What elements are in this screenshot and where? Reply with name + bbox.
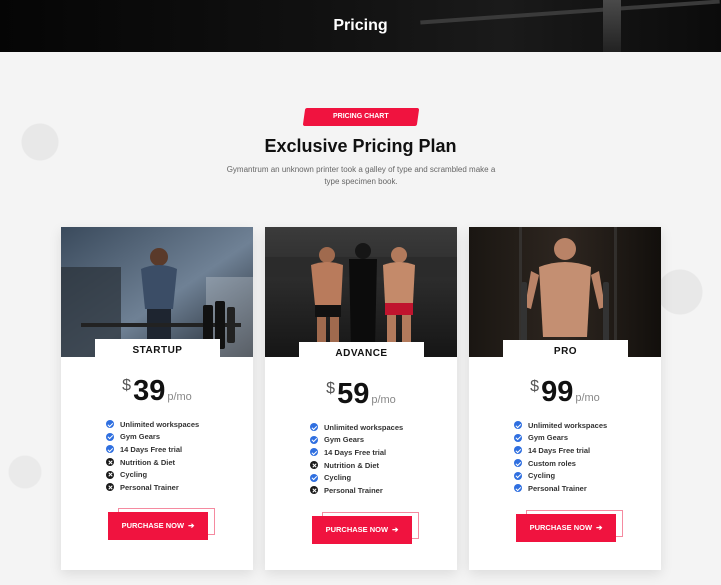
feature-item: Gym Gears bbox=[310, 434, 403, 447]
currency-symbol: $ bbox=[122, 377, 132, 394]
purchase-button-wrap: PURCHASE NOW ➔ bbox=[108, 508, 218, 544]
currency-symbol: $ bbox=[326, 380, 336, 397]
feature-item: Nutrition & Diet bbox=[106, 456, 199, 469]
feature-list: Unlimited workspaces Gym Gears 14 Days F… bbox=[106, 418, 199, 494]
pricing-card-pro: PRO $99 p/mo Unlimited workspaces Gym Gea… bbox=[469, 227, 661, 570]
pricing-card-startup: STARTUP $39 p/mo Unlimited workspaces Gym… bbox=[61, 227, 253, 570]
plan-name: ADVANCE bbox=[299, 342, 424, 366]
feature-list: Unlimited workspaces Gym Gears 14 Days F… bbox=[310, 421, 403, 497]
feature-item: Unlimited workspaces bbox=[310, 421, 403, 434]
feature-item: Cycling bbox=[106, 468, 199, 481]
pricing-card-advance: ADVANCE $59 p/mo Unlimited workspaces Gym… bbox=[265, 227, 457, 570]
x-circle-icon bbox=[106, 483, 114, 492]
purchase-now-button[interactable]: PURCHASE NOW ➔ bbox=[516, 514, 616, 542]
feature-item: Personal Trainer bbox=[106, 481, 199, 494]
arrow-right-icon: ➔ bbox=[188, 521, 195, 530]
check-circle-icon bbox=[310, 448, 318, 457]
feature-item: Cycling bbox=[514, 469, 607, 482]
plan-image bbox=[61, 227, 253, 357]
purchase-button-wrap: PURCHASE NOW ➔ bbox=[312, 512, 422, 548]
arrow-right-icon: ➔ bbox=[392, 525, 399, 534]
feature-item: Custom roles bbox=[514, 457, 607, 470]
feature-item: Gym Gears bbox=[106, 431, 199, 444]
check-circle-icon bbox=[514, 433, 522, 442]
check-circle-icon bbox=[514, 446, 522, 455]
purchase-now-button[interactable]: PURCHASE NOW ➔ bbox=[312, 516, 412, 544]
feature-item: Cycling bbox=[310, 471, 403, 484]
x-circle-icon bbox=[106, 470, 114, 479]
price-amount: 39 bbox=[133, 375, 166, 407]
check-circle-icon bbox=[514, 421, 522, 430]
feature-item: 14 Days Free trial bbox=[310, 446, 403, 459]
feature-item: Unlimited workspaces bbox=[514, 419, 607, 432]
feature-list: Unlimited workspaces Gym Gears 14 Days F… bbox=[514, 419, 607, 495]
price-period: p/mo bbox=[167, 391, 192, 403]
price-period: p/mo bbox=[371, 394, 396, 406]
feature-item: Personal Trainer bbox=[310, 484, 403, 497]
price-amount: 99 bbox=[541, 376, 574, 408]
feature-item: Unlimited workspaces bbox=[106, 418, 199, 431]
check-circle-icon bbox=[514, 471, 522, 480]
check-circle-icon bbox=[310, 423, 318, 432]
purchase-now-button[interactable]: PURCHASE NOW ➔ bbox=[108, 512, 208, 540]
check-circle-icon bbox=[310, 473, 318, 482]
plan-name: STARTUP bbox=[95, 339, 220, 363]
plan-price: $99 p/mo bbox=[469, 376, 661, 409]
feature-item: 14 Days Free trial bbox=[514, 444, 607, 457]
x-circle-icon bbox=[310, 461, 318, 470]
section-subtitle: Gymantrum an unknown printer took a gall… bbox=[226, 165, 496, 186]
plan-name: PRO bbox=[503, 340, 628, 364]
arrow-right-icon: ➔ bbox=[596, 523, 603, 532]
section-title: Exclusive Pricing Plan bbox=[264, 136, 457, 156]
page-title: Pricing bbox=[333, 17, 388, 34]
check-circle-icon bbox=[514, 484, 522, 493]
page-header-banner: Pricing bbox=[0, 0, 721, 52]
check-circle-icon bbox=[514, 459, 522, 468]
plan-image bbox=[469, 227, 661, 357]
plan-price: $59 p/mo bbox=[265, 378, 457, 411]
price-period: p/mo bbox=[575, 392, 600, 404]
feature-item: Gym Gears bbox=[514, 432, 607, 445]
price-amount: 59 bbox=[337, 378, 370, 410]
x-circle-icon bbox=[106, 458, 114, 467]
plan-price: $39 p/mo bbox=[61, 375, 253, 408]
check-circle-icon bbox=[106, 420, 114, 429]
check-circle-icon bbox=[310, 435, 318, 444]
check-circle-icon bbox=[106, 432, 114, 441]
section-badge: PRICING CHART bbox=[302, 108, 420, 126]
feature-item: Nutrition & Diet bbox=[310, 459, 403, 472]
feature-item: 14 Days Free trial bbox=[106, 443, 199, 456]
check-circle-icon bbox=[106, 445, 114, 454]
currency-symbol: $ bbox=[530, 378, 540, 395]
plan-image bbox=[265, 227, 457, 357]
feature-item: Personal Trainer bbox=[514, 482, 607, 495]
purchase-button-wrap: PURCHASE NOW ➔ bbox=[516, 510, 626, 546]
x-circle-icon bbox=[310, 486, 318, 495]
